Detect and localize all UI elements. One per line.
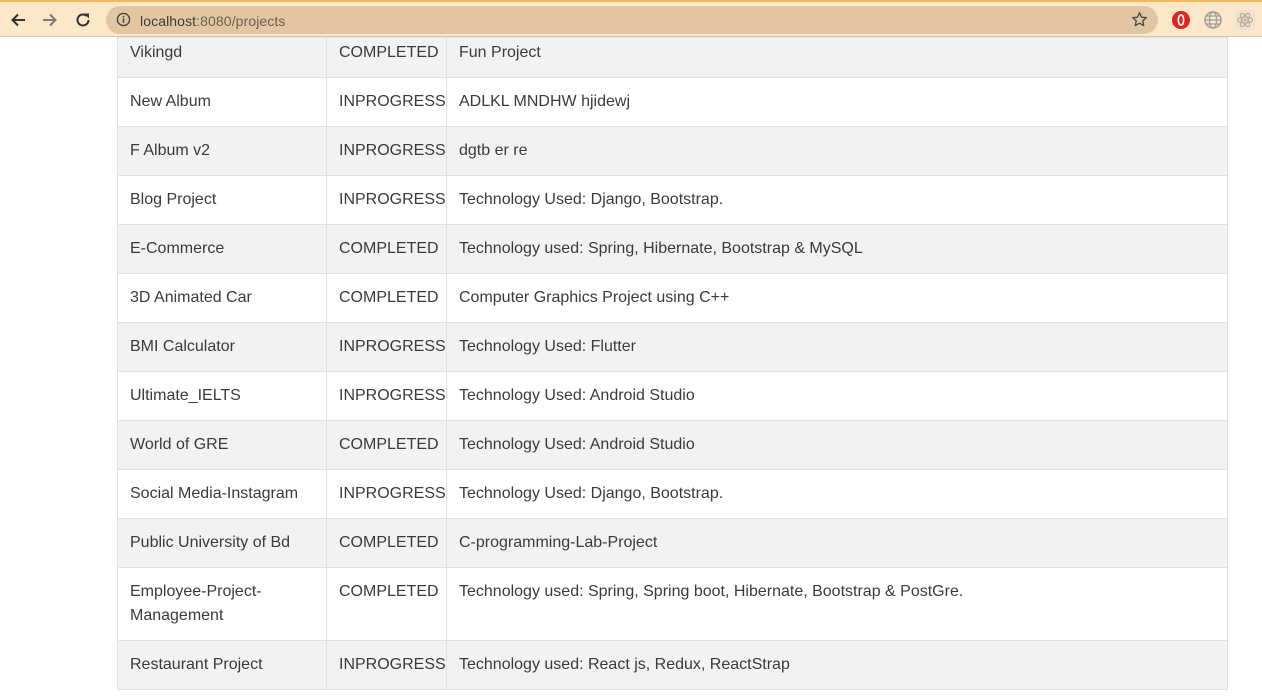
project-status-cell: COMPLETED	[326, 224, 447, 274]
project-status-cell: INPROGRESS	[326, 126, 447, 176]
project-description-cell: ADLKL MNDHW hjidewj	[446, 77, 1228, 127]
globe-extension-icon[interactable]	[1203, 10, 1223, 30]
back-button[interactable]	[6, 8, 30, 32]
star-icon[interactable]	[1131, 11, 1148, 28]
react-devtools-icon[interactable]	[1235, 10, 1255, 30]
project-name-cell: Blog Project	[117, 175, 327, 225]
project-description-cell: Technology used: Spring, Hibernate, Boot…	[446, 224, 1228, 274]
project-name-cell: E-Commerce	[117, 224, 327, 274]
url-text: localhost:8080/projects	[140, 13, 286, 29]
project-status-cell: COMPLETED	[326, 37, 447, 78]
project-name-cell: Public University of Bd	[117, 518, 327, 568]
project-name-cell: Ultimate_IELTS	[117, 371, 327, 421]
table-row: Blog Project INPROGRESS Technology Used: D…	[117, 175, 1228, 225]
project-status-cell: INPROGRESS	[326, 469, 447, 519]
project-description-cell: Fun Project	[446, 37, 1228, 78]
project-status-cell: INPROGRESS	[326, 175, 447, 225]
project-description-cell: Technology used: Spring, Spring boot, Hi…	[446, 567, 1228, 641]
table-row: Vikingd COMPLETED Fun Project	[117, 37, 1228, 78]
project-name-cell: BMI Calculator	[117, 322, 327, 372]
project-status-cell: COMPLETED	[326, 518, 447, 568]
project-name-cell: Vikingd	[117, 37, 327, 78]
reload-button[interactable]	[71, 8, 95, 32]
project-status-cell: INPROGRESS	[326, 371, 447, 421]
browser-toolbar: localhost:8080/projects	[0, 0, 1262, 37]
table-row: BMI Calculator INPROGRESS Technology Used:…	[117, 322, 1228, 372]
project-description-cell: Technology Used: Android Studio	[446, 371, 1228, 421]
project-name-cell: 3D Animated Car	[117, 273, 327, 323]
project-status-cell: COMPLETED	[326, 273, 447, 323]
project-name-cell: Employee-Project-Management	[117, 567, 327, 641]
project-description-cell: Computer Graphics Project using C++	[446, 273, 1228, 323]
project-name-cell: World of GRE	[117, 420, 327, 470]
project-status-cell: COMPLETED	[326, 420, 447, 470]
table-row: World of GRE COMPLETED Technology Used: An…	[117, 420, 1228, 470]
arrow-left-icon	[11, 13, 25, 27]
project-status-cell: INPROGRESS	[326, 77, 447, 127]
table-row: New Album INPROGRESS ADLKL MNDHW hjidewj	[117, 77, 1228, 127]
table-row: Employee-Project-Management COMPLETED Tech…	[117, 567, 1228, 641]
project-status-cell: INPROGRESS	[326, 640, 447, 690]
address-bar[interactable]: localhost:8080/projects	[106, 6, 1158, 34]
url-path: :8080/projects	[196, 13, 286, 29]
project-name-cell: New Album	[117, 77, 327, 127]
projects-table-body: Vikingd COMPLETED Fun Project New Album INPR…	[117, 37, 1228, 690]
url-host: localhost	[140, 13, 197, 29]
project-description-cell: Technology Used: Django, Bootstrap.	[446, 469, 1228, 519]
project-name-cell: F Album v2	[117, 126, 327, 176]
project-description-cell: C-programming-Lab-Project	[446, 518, 1228, 568]
arrow-right-icon	[43, 13, 57, 27]
forward-button[interactable]	[38, 8, 62, 32]
projects-table-container: Vikingd COMPLETED Fun Project New Album INPR…	[117, 37, 1228, 690]
opera-extension-icon[interactable]	[1171, 10, 1191, 30]
project-description-cell: Technology Used: Android Studio	[446, 420, 1228, 470]
table-row: Restaurant Project INPROGRESS Technology u…	[117, 640, 1228, 690]
project-status-cell: COMPLETED	[326, 567, 447, 641]
projects-table: Vikingd COMPLETED Fun Project New Album INPR…	[117, 37, 1228, 690]
info-icon[interactable]	[116, 12, 131, 27]
project-status-cell: INPROGRESS	[326, 322, 447, 372]
table-row: 3D Animated Car COMPLETED Computer Graphic…	[117, 273, 1228, 323]
project-name-cell: Social Media-Instagram	[117, 469, 327, 519]
table-row: Social Media-Instagram INPROGRESS Technolo…	[117, 469, 1228, 519]
reload-icon	[76, 13, 90, 27]
project-description-cell: dgtb er re	[446, 126, 1228, 176]
project-description-cell: Technology Used: Flutter	[446, 322, 1228, 372]
project-name-cell: Restaurant Project	[117, 640, 327, 690]
table-row: Public University of Bd COMPLETED C-progra…	[117, 518, 1228, 568]
table-row: Ultimate_IELTS INPROGRESS Technology Used:…	[117, 371, 1228, 421]
project-description-cell: Technology Used: Django, Bootstrap.	[446, 175, 1228, 225]
project-description-cell: Technology used: React js, Redux, ReactS…	[446, 640, 1228, 690]
table-row: F Album v2 INPROGRESS dgtb er re	[117, 126, 1228, 176]
table-row: E-Commerce COMPLETED Technology used: Spri…	[117, 224, 1228, 274]
